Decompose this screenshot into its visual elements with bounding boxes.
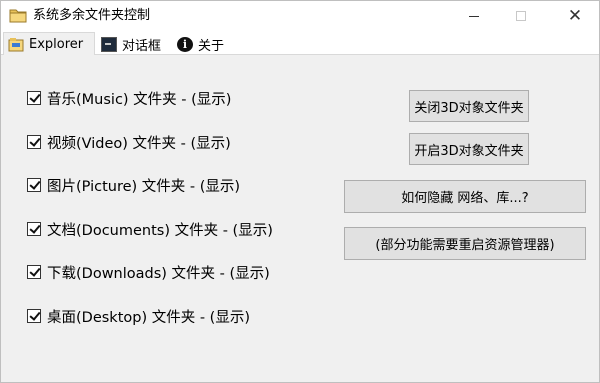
tab-about[interactable]: i 关于 xyxy=(173,33,233,55)
tab-dialog-label: 对话框 xyxy=(122,38,162,54)
downloads-folder-checkbox[interactable]: 下载(Downloads) 文件夹 - (显示) xyxy=(27,261,270,283)
minimize-button[interactable] xyxy=(451,1,497,31)
checkbox-box[interactable] xyxy=(27,265,41,279)
terminal-icon xyxy=(101,36,117,52)
checkbox-label: 视频(Video) 文件夹 - (显示) xyxy=(47,135,231,152)
tab-explorer-label: Explorer xyxy=(29,36,84,52)
close-3d-objects-button[interactable]: 关闭3D对象文件夹 xyxy=(409,90,529,122)
checkbox-box[interactable] xyxy=(27,135,41,149)
minimize-icon xyxy=(469,15,479,17)
checkbox-label: 文档(Documents) 文件夹 - (显示) xyxy=(47,222,273,239)
checkbox-label: 桌面(Desktop) 文件夹 - (显示) xyxy=(47,309,250,326)
checkbox-box[interactable] xyxy=(27,178,41,192)
video-folder-checkbox[interactable]: 视频(Video) 文件夹 - (显示) xyxy=(27,131,231,153)
app-window: 系统多余文件夹控制 ✕ Explorer 对话框 i 关于 音乐(Music) … xyxy=(0,0,600,383)
tab-explorer[interactable]: Explorer xyxy=(3,32,95,55)
folder-icon xyxy=(9,9,27,23)
picture-folder-checkbox[interactable]: 图片(Picture) 文件夹 - (显示) xyxy=(27,174,240,196)
close-icon: ✕ xyxy=(567,5,583,26)
checkbox-label: 下载(Downloads) 文件夹 - (显示) xyxy=(47,265,270,282)
tab-dialog[interactable]: 对话框 xyxy=(97,33,171,55)
tab-bar: Explorer 对话框 i 关于 xyxy=(1,31,599,55)
explorer-folder-icon xyxy=(8,37,24,51)
desktop-folder-checkbox[interactable]: 桌面(Desktop) 文件夹 - (显示) xyxy=(27,305,250,327)
explorer-panel: 音乐(Music) 文件夹 - (显示) 视频(Video) 文件夹 - (显示… xyxy=(1,56,599,382)
maximize-button[interactable] xyxy=(498,1,544,31)
restart-explorer-button[interactable]: (部分功能需要重启资源管理器) xyxy=(344,227,586,260)
info-icon: i xyxy=(177,36,193,52)
maximize-icon xyxy=(516,11,526,21)
checkbox-label: 音乐(Music) 文件夹 - (显示) xyxy=(47,91,232,108)
checkbox-box[interactable] xyxy=(27,309,41,323)
tab-about-label: 关于 xyxy=(198,38,225,54)
checkbox-box[interactable] xyxy=(27,222,41,236)
checkbox-box[interactable] xyxy=(27,91,41,105)
music-folder-checkbox[interactable]: 音乐(Music) 文件夹 - (显示) xyxy=(27,87,231,109)
documents-folder-checkbox[interactable]: 文档(Documents) 文件夹 - (显示) xyxy=(27,218,273,240)
open-3d-objects-button[interactable]: 开启3D对象文件夹 xyxy=(409,133,529,165)
how-to-hide-network-library-button[interactable]: 如何隐藏 网络、库...? xyxy=(344,180,586,213)
checkbox-label: 图片(Picture) 文件夹 - (显示) xyxy=(47,178,241,195)
window-title: 系统多余文件夹控制 xyxy=(33,8,151,23)
title-bar: 系统多余文件夹控制 ✕ xyxy=(1,1,599,31)
close-button[interactable]: ✕ xyxy=(552,1,598,31)
